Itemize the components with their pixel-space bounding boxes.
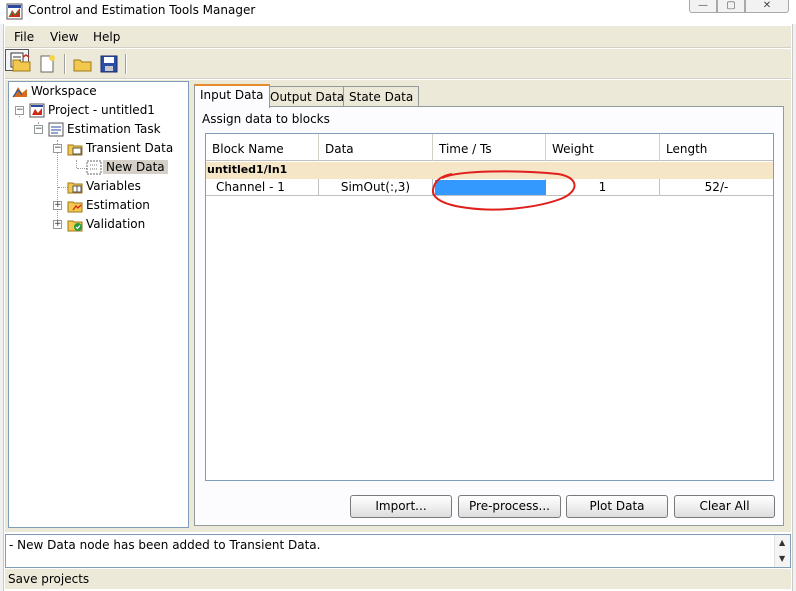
preprocess-button[interactable]: Pre-process...: [458, 495, 561, 518]
message-panel[interactable]: - New Data node has been added to Transi…: [5, 534, 791, 568]
window-frame-right: [792, 24, 796, 591]
column-header-time-ts[interactable]: Time / Ts: [433, 134, 546, 161]
window-title: Control and Estimation Tools Manager: [28, 3, 256, 17]
estimation-task-icon: [48, 122, 64, 137]
expand-validation-toggle[interactable]: +: [53, 220, 62, 229]
collapse-transient-data-toggle[interactable]: −: [53, 144, 62, 153]
close-button[interactable]: ✕: [745, 0, 789, 13]
tree-node-label-selected: New Data: [103, 160, 168, 174]
tab-state-data[interactable]: State Data: [343, 86, 420, 107]
tree-node-label: Estimation: [86, 198, 150, 212]
data-table: Block Name Data Time / Ts Weight Length …: [205, 133, 774, 481]
cell-weight[interactable]: 1: [546, 179, 660, 196]
tree-connector: [76, 160, 77, 168]
plot-data-button[interactable]: Plot Data: [566, 495, 668, 518]
window-frame-left: [0, 24, 4, 591]
new-data-icon: [86, 160, 102, 175]
status-text: Save projects: [8, 572, 90, 586]
data-panel: Input Data Output Data State Data Assign…: [191, 81, 788, 528]
cell-length[interactable]: 52/-: [660, 179, 773, 196]
minimize-button[interactable]: —: [689, 0, 717, 13]
tree-node-label: Validation: [86, 217, 146, 231]
column-header-weight[interactable]: Weight: [546, 134, 660, 161]
menu-file[interactable]: File: [14, 30, 34, 44]
save-icon[interactable]: [98, 53, 120, 75]
main-area: Workspace − Project - untitled1 − Estima…: [5, 80, 791, 532]
message-text: - New Data node has been added to Transi…: [9, 538, 321, 552]
table-row[interactable]: Channel - 1 SimOut(:,3) 1 52/-: [206, 179, 773, 196]
cell-time-ts[interactable]: [433, 179, 546, 196]
toolbar-separator: [125, 54, 127, 74]
column-header-data[interactable]: Data: [319, 134, 433, 161]
scroll-up-icon[interactable]: ▲: [779, 538, 785, 547]
collapse-project-toggle[interactable]: −: [15, 106, 24, 115]
validation-icon: [67, 220, 83, 232]
variables-icon: [67, 182, 83, 194]
cell-data[interactable]: SimOut(:,3): [319, 179, 433, 196]
workspace-icon: [12, 87, 27, 98]
transient-data-icon: [67, 144, 83, 156]
tree-node-label: Transient Data: [86, 141, 174, 155]
table-group-row: untitled1/In1: [206, 162, 773, 179]
tab-input-data[interactable]: Input Data: [194, 84, 270, 108]
tab-output-data[interactable]: Output Data: [264, 86, 351, 107]
column-header-block-name[interactable]: Block Name: [206, 134, 319, 161]
expand-estimation-toggle[interactable]: +: [53, 201, 62, 210]
workspace-tree[interactable]: Workspace − Project - untitled1 − Estima…: [8, 81, 189, 528]
toolbar-separator: [64, 54, 66, 74]
clear-all-button[interactable]: Clear All: [674, 495, 775, 518]
menu-view[interactable]: View: [50, 30, 78, 44]
open-icon[interactable]: [72, 53, 94, 75]
cell-block-name[interactable]: Channel - 1: [206, 179, 319, 196]
tree-node-label: Project - untitled1: [48, 103, 155, 117]
panel-title: Assign data to blocks: [202, 112, 330, 126]
estimation-icon: [67, 201, 83, 213]
tree-node-label: Estimation Task: [67, 122, 161, 136]
open-folder-icon[interactable]: [11, 53, 33, 75]
import-button[interactable]: Import...: [350, 495, 452, 518]
maximize-button[interactable]: ▢: [717, 0, 745, 13]
collapse-estimation-task-toggle[interactable]: −: [34, 125, 43, 134]
app-window: Control and Estimation Tools Manager — ▢…: [0, 0, 796, 591]
cell-time-ts-selection[interactable]: [435, 180, 546, 195]
title-bar: Control and Estimation Tools Manager — ▢…: [0, 0, 796, 24]
menu-help[interactable]: Help: [93, 30, 120, 44]
project-icon: [29, 103, 45, 118]
status-bar: Save projects: [5, 569, 791, 589]
column-header-length[interactable]: Length: [660, 134, 773, 161]
message-scrollbar[interactable]: ▲ ▼: [774, 535, 790, 567]
menu-bar: File View Help: [5, 26, 791, 48]
group-label: untitled1/In1: [207, 163, 288, 176]
input-data-tab-content: Assign data to blocks Block Name Data Ti…: [194, 106, 784, 526]
tree-node-label: Workspace: [31, 84, 97, 98]
tree-node-label: Variables: [86, 179, 141, 193]
new-document-icon[interactable]: [36, 53, 58, 75]
matlab-app-icon: [6, 3, 23, 20]
scroll-down-icon[interactable]: ▼: [779, 554, 785, 563]
toolbar: [5, 49, 791, 79]
table-header: Block Name Data Time / Ts Weight Length: [206, 134, 773, 161]
